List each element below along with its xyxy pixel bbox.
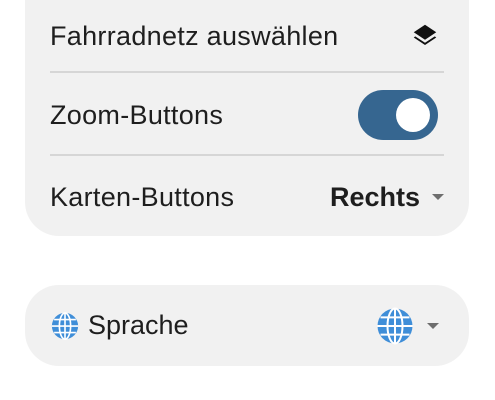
language-label-group: Sprache <box>50 310 189 341</box>
language-select[interactable] <box>375 306 439 346</box>
map-settings-card: Fahrradnetz auswählen Zoom-Buttons Karte… <box>25 0 469 236</box>
zoom-buttons-label: Zoom-Buttons <box>50 99 224 130</box>
divider <box>50 154 444 156</box>
layers-icon[interactable] <box>410 21 440 51</box>
globe-icon <box>377 307 413 344</box>
toggle-knob <box>396 98 430 132</box>
bike-network-label: Fahrradnetz auswählen <box>50 20 339 51</box>
zoom-buttons-row: Zoom-Buttons <box>50 74 444 156</box>
bike-network-row[interactable]: Fahrradnetz auswählen <box>50 0 444 72</box>
zoom-buttons-toggle[interactable] <box>358 90 438 140</box>
map-buttons-select[interactable]: Rechts <box>330 182 444 213</box>
language-row: Sprache <box>50 285 439 366</box>
language-card: Sprache <box>25 285 469 366</box>
divider <box>50 71 444 73</box>
map-buttons-value: Rechts <box>329 181 420 212</box>
chevron-down-icon <box>432 194 444 200</box>
language-label: Sprache <box>88 310 189 340</box>
chevron-down-icon <box>427 322 439 329</box>
map-buttons-row: Karten-Buttons Rechts <box>50 158 444 236</box>
map-buttons-label: Karten-Buttons <box>50 181 235 212</box>
globe-icon <box>51 311 79 340</box>
